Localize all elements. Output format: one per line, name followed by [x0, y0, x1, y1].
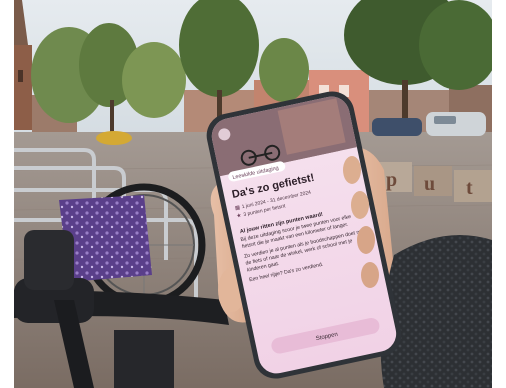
photo-scene: p u t Leeskilde uitdaging Da's zo gefiet… — [14, 0, 492, 388]
flower-planter — [96, 131, 132, 145]
sweater-sleeve — [380, 235, 492, 388]
street-letter-p: p — [386, 169, 397, 191]
street-letter-u: u — [424, 173, 435, 195]
street-letter-t: t — [466, 177, 473, 199]
